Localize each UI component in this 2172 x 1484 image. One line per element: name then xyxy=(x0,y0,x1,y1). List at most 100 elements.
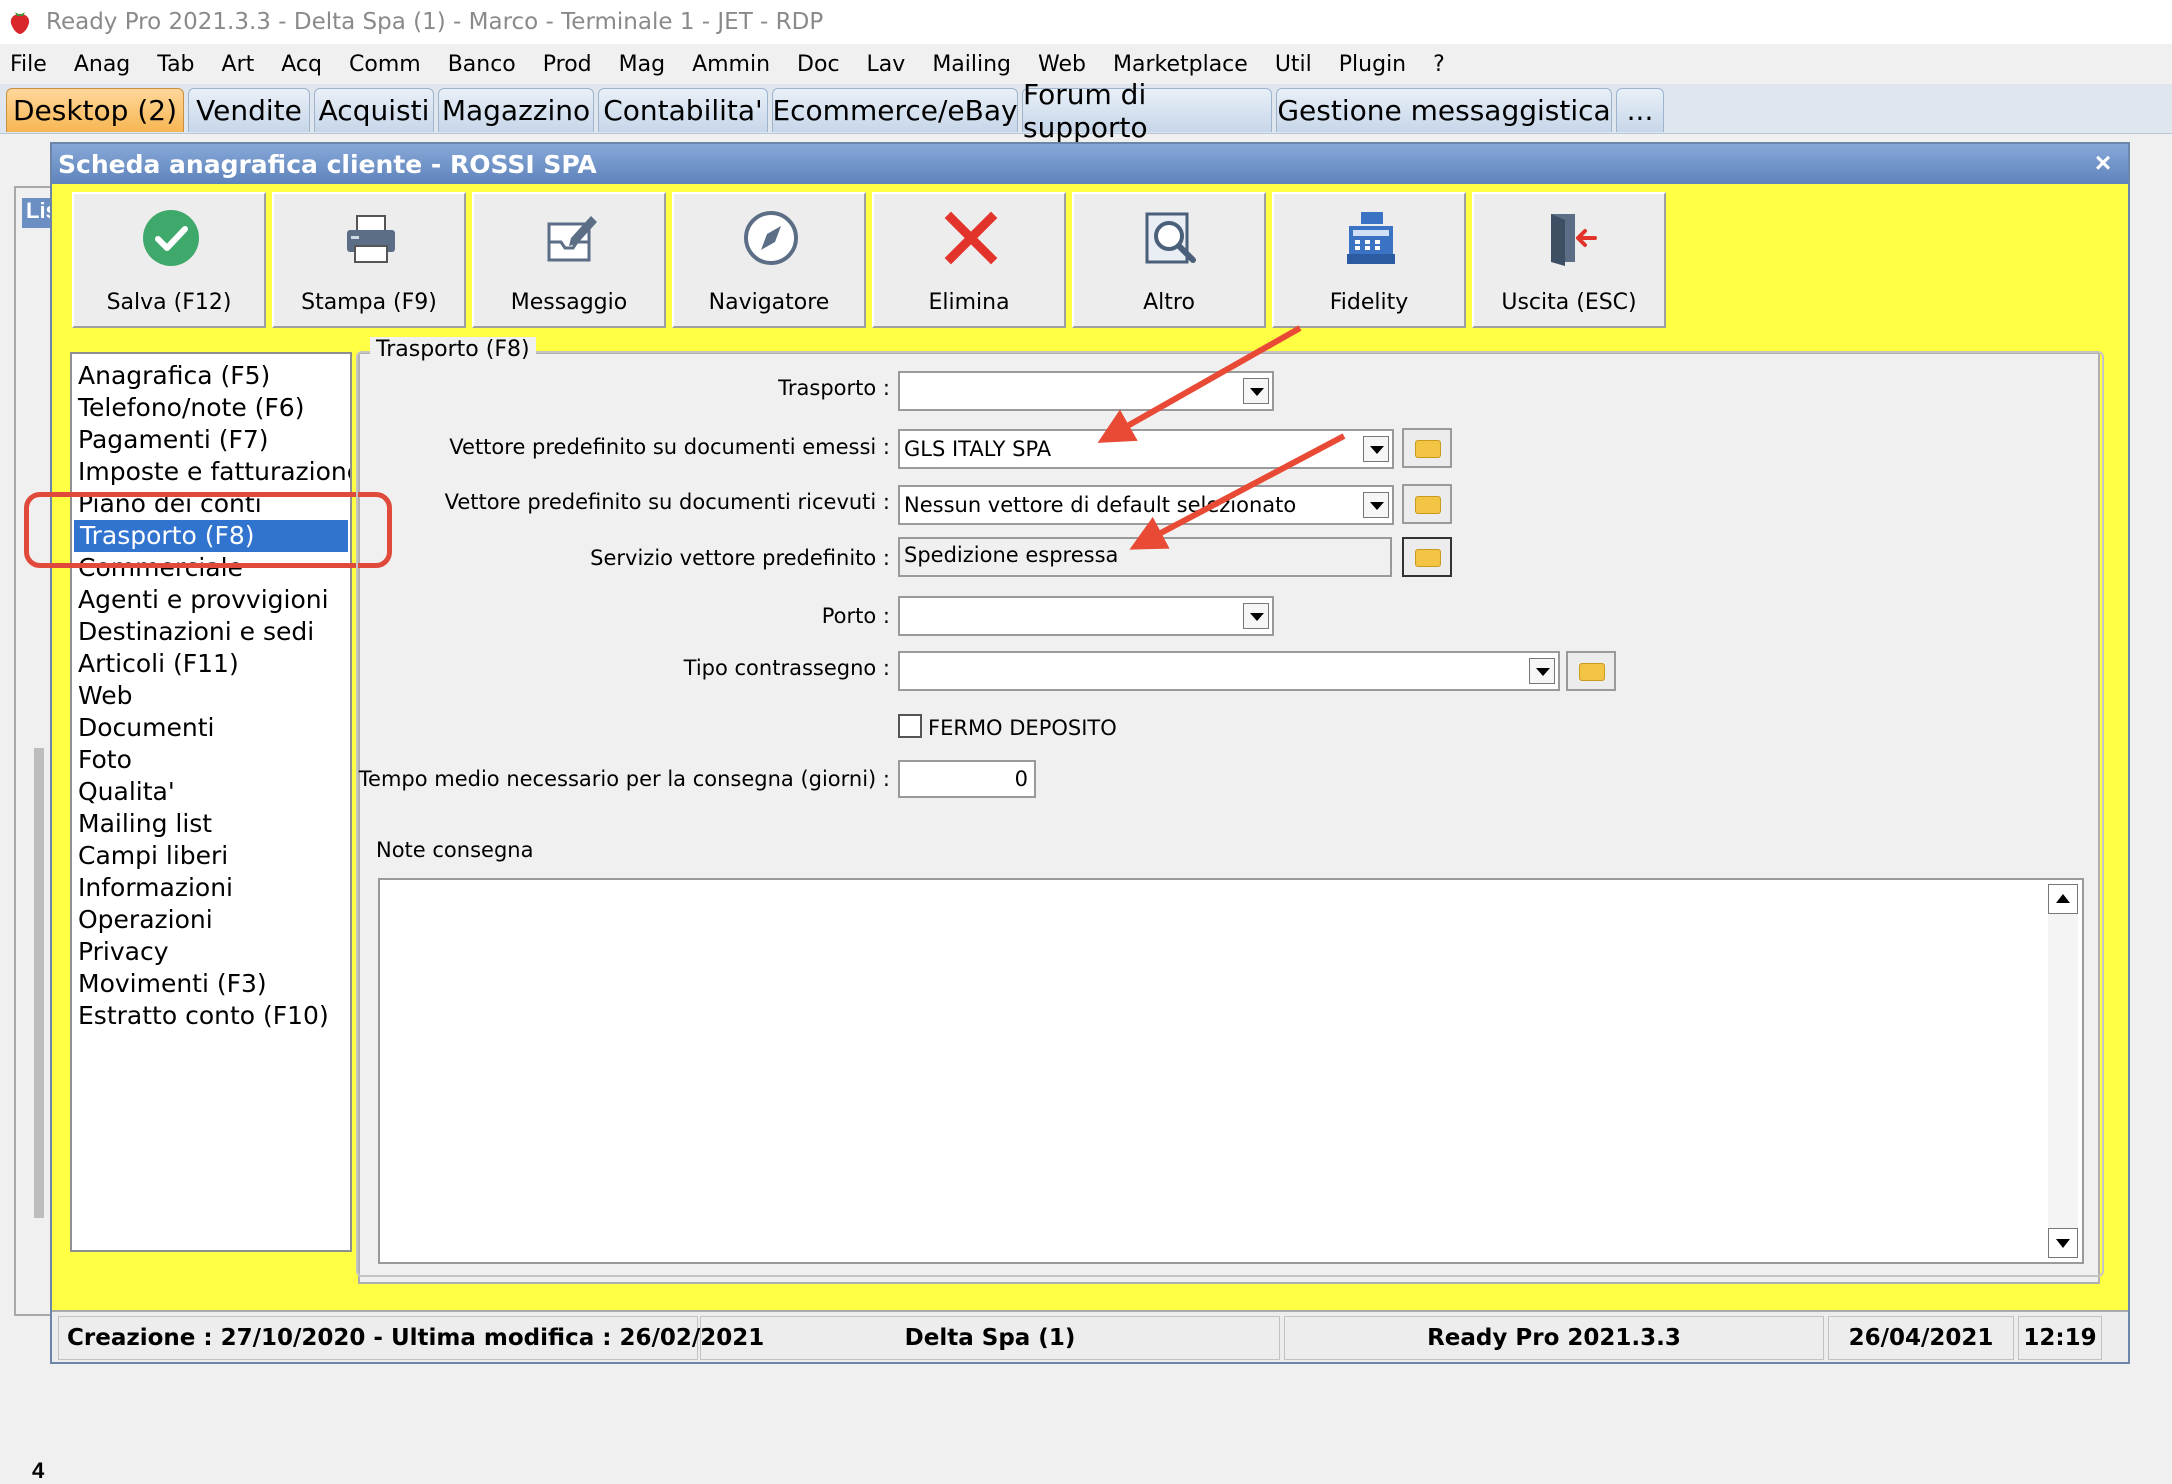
menu-anag[interactable]: Anag xyxy=(74,52,130,77)
sidebar-item-foto[interactable]: Foto xyxy=(72,744,350,776)
tab-desktop[interactable]: Desktop (2) xyxy=(6,88,184,132)
highlight-annotation xyxy=(24,492,392,568)
note-textarea[interactable] xyxy=(378,878,2084,1264)
sidebar-item-web[interactable]: Web xyxy=(72,680,350,712)
menu-banco[interactable]: Banco xyxy=(448,52,516,77)
menu-comm[interactable]: Comm xyxy=(349,52,421,77)
sidebar-item-imposte[interactable]: Imposte e fatturazione xyxy=(72,456,350,488)
servizio-field[interactable]: Spedizione espressa xyxy=(898,537,1392,577)
menu-marketplace[interactable]: Marketplace xyxy=(1113,52,1248,77)
sidebar-item-destinazioni[interactable]: Destinazioni e sedi xyxy=(72,616,350,648)
save-button-label: Salva (F12) xyxy=(106,290,232,315)
menu-ammin[interactable]: Ammin xyxy=(692,52,770,77)
sidebar-item-operazioni[interactable]: Operazioni xyxy=(72,904,350,936)
print-button[interactable]: Stampa (F9) xyxy=(272,192,466,328)
sidebar-item-telefono[interactable]: Telefono/note (F6) xyxy=(72,392,350,424)
fidelity-button[interactable]: Fidelity xyxy=(1272,192,1466,328)
section-list: Anagrafica (F5) Telefono/note (F6) Pagam… xyxy=(70,352,352,1252)
fermo-deposito-checkbox[interactable] xyxy=(898,714,922,738)
delete-button-label: Elimina xyxy=(928,290,1010,315)
note-label: Note consegna xyxy=(376,838,534,862)
sidebar-item-campi-liberi[interactable]: Campi liberi xyxy=(72,840,350,872)
menu-help[interactable]: ? xyxy=(1433,52,1445,77)
sidebar-item-articoli[interactable]: Articoli (F11) xyxy=(72,648,350,680)
compass-icon xyxy=(744,211,798,265)
menu-web[interactable]: Web xyxy=(1038,52,1086,77)
fermo-deposito-label: FERMO DEPOSITO xyxy=(928,716,1117,740)
vettore-ricevuti-folder-button[interactable] xyxy=(1402,484,1452,524)
note-scrollbar[interactable] xyxy=(2048,884,2078,1258)
vettore-ricevuti-select[interactable]: Nessun vettore di default selezionato xyxy=(898,485,1394,525)
save-button[interactable]: Salva (F12) xyxy=(72,192,266,328)
chevron-down-icon[interactable] xyxy=(1243,603,1269,629)
menu-tab[interactable]: Tab xyxy=(157,52,194,77)
menu-art[interactable]: Art xyxy=(222,52,255,77)
tab-messaggistica[interactable]: Gestione messaggistica xyxy=(1276,88,1612,132)
porto-select[interactable] xyxy=(898,596,1274,636)
menu-plugin[interactable]: Plugin xyxy=(1339,52,1406,77)
sidebar-item-privacy[interactable]: Privacy xyxy=(72,936,350,968)
chevron-down-icon[interactable] xyxy=(1529,658,1555,684)
menu-prod[interactable]: Prod xyxy=(543,52,592,77)
chevron-down-icon[interactable] xyxy=(1363,436,1389,462)
chevron-down-icon[interactable] xyxy=(1243,378,1269,404)
trasporto-select[interactable] xyxy=(898,371,1274,411)
menu-mag[interactable]: Mag xyxy=(619,52,665,77)
menu-lav[interactable]: Lav xyxy=(867,52,906,77)
menu-doc[interactable]: Doc xyxy=(797,52,840,77)
chevron-down-icon[interactable] xyxy=(1363,492,1389,518)
menu-mailing[interactable]: Mailing xyxy=(932,52,1011,77)
menu-file[interactable]: File xyxy=(10,52,47,77)
tab-magazzino[interactable]: Magazzino xyxy=(438,88,594,132)
sidebar-item-movimenti[interactable]: Movimenti (F3) xyxy=(72,968,350,1000)
cash-register-icon xyxy=(1347,212,1395,264)
status-date: 26/04/2021 xyxy=(1828,1316,2014,1360)
sidebar-item-qualita[interactable]: Qualita' xyxy=(72,776,350,808)
message-button-label: Messaggio xyxy=(510,290,628,315)
tab-vendite[interactable]: Vendite xyxy=(188,88,310,132)
menu-acq[interactable]: Acq xyxy=(281,52,322,77)
dialog-title: Scheda anagrafica cliente - ROSSI SPA xyxy=(58,149,597,179)
sidebar-item-agenti[interactable]: Agenti e provvigioni xyxy=(72,584,350,616)
more-button[interactable]: Altro xyxy=(1072,192,1266,328)
sidebar-item-documenti[interactable]: Documenti xyxy=(72,712,350,744)
background-number: 4 xyxy=(32,1458,45,1483)
tempo-medio-input[interactable]: 0 xyxy=(898,760,1036,798)
trasporto-label: Trasporto : xyxy=(778,376,890,400)
sidebar-item-estratto-conto[interactable]: Estratto conto (F10) xyxy=(72,1000,350,1032)
background-window-header: Lis xyxy=(22,198,58,228)
menu-util[interactable]: Util xyxy=(1275,52,1312,77)
contrassegno-select[interactable] xyxy=(898,651,1560,691)
servizio-label: Servizio vettore predefinito : xyxy=(590,546,890,570)
exit-button[interactable]: Uscita (ESC) xyxy=(1472,192,1666,328)
tab-ecommerce[interactable]: Ecommerce/eBay xyxy=(772,88,1018,132)
message-button[interactable]: Messaggio xyxy=(472,192,666,328)
fidelity-button-label: Fidelity xyxy=(1329,290,1409,315)
tab-contabilita[interactable]: Contabilita' xyxy=(598,88,768,132)
app-title-bar: Ready Pro 2021.3.3 - Delta Spa (1) - Mar… xyxy=(0,0,2172,44)
sidebar-item-pagamenti[interactable]: Pagamenti (F7) xyxy=(72,424,350,456)
vettore-emessi-select[interactable]: GLS ITALY SPA xyxy=(898,429,1394,469)
contrassegno-folder-button[interactable] xyxy=(1566,651,1616,691)
close-icon[interactable]: × xyxy=(2088,148,2118,178)
navigator-button[interactable]: Navigatore xyxy=(672,192,866,328)
scroll-down-icon[interactable] xyxy=(2048,1228,2078,1258)
servizio-folder-button[interactable] xyxy=(1402,537,1452,577)
status-time: 12:19 xyxy=(2018,1316,2102,1360)
group-title: Trasporto (F8) xyxy=(370,337,536,362)
contrassegno-label: Tipo contrassegno : xyxy=(683,656,890,680)
tempo-medio-label: Tempo medio necessario per la consegna (… xyxy=(358,767,890,791)
scroll-up-icon[interactable] xyxy=(2048,884,2078,914)
delete-x-icon xyxy=(944,211,998,265)
status-dates: Creazione : 27/10/2020 - Ultima modifica… xyxy=(58,1316,764,1360)
delete-button[interactable]: Elimina xyxy=(872,192,1066,328)
folder-icon xyxy=(1415,496,1441,514)
tab-acquisti[interactable]: Acquisti xyxy=(314,88,434,132)
tab-more[interactable]: ... xyxy=(1616,88,1664,132)
vettore-emessi-folder-button[interactable] xyxy=(1402,428,1452,468)
sidebar-item-informazioni[interactable]: Informazioni xyxy=(72,872,350,904)
porto-label: Porto : xyxy=(821,604,890,628)
sidebar-item-mailing[interactable]: Mailing list xyxy=(72,808,350,840)
sidebar-item-anagrafica[interactable]: Anagrafica (F5) xyxy=(72,360,350,392)
tab-forum[interactable]: Forum di supporto xyxy=(1022,78,1272,144)
